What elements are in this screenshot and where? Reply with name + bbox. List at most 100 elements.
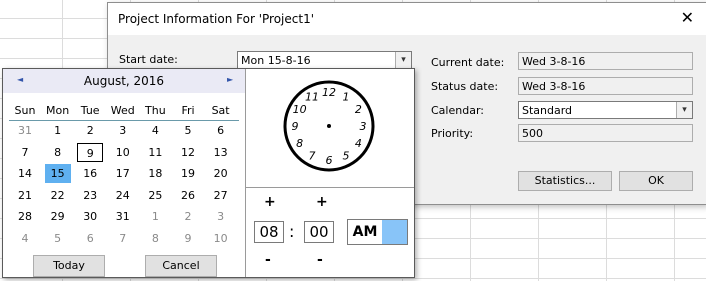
calendar-day[interactable]: 3 bbox=[110, 121, 136, 140]
calendar-day[interactable]: 27 bbox=[208, 186, 234, 205]
clock-number: 4 bbox=[355, 137, 362, 150]
clock-number: 6 bbox=[326, 154, 333, 167]
calendar-day[interactable]: 13 bbox=[208, 143, 234, 162]
calendar-day[interactable]: 4 bbox=[142, 121, 168, 140]
close-icon[interactable]: ✕ bbox=[681, 9, 694, 27]
calendar-day[interactable]: 12 bbox=[175, 143, 201, 162]
calendar-header: ◄ August, 2016 ► bbox=[3, 69, 245, 93]
calendar-day[interactable]: 8 bbox=[45, 143, 71, 162]
calendar-day[interactable]: 2 bbox=[175, 207, 201, 226]
calendar-day[interactable]: 28 bbox=[12, 207, 38, 226]
clock-number: 3 bbox=[360, 120, 367, 133]
calendar-day[interactable]: 24 bbox=[110, 186, 136, 205]
calendar-day[interactable]: 6 bbox=[208, 121, 234, 140]
picker-divider bbox=[245, 69, 246, 277]
today-button[interactable]: Today bbox=[33, 255, 105, 277]
am-label: AM bbox=[352, 224, 378, 240]
analog-clock: 12 12 3 45678 9 1011 bbox=[283, 80, 375, 172]
weekday-label: Thu bbox=[145, 104, 166, 117]
current-date-field: Wed 3-8-16 bbox=[518, 52, 693, 70]
calendar-day[interactable]: 16 bbox=[77, 164, 103, 183]
calendar-day[interactable]: 23 bbox=[77, 186, 103, 205]
clock-number: 5 bbox=[343, 149, 350, 162]
weekday-label: Sat bbox=[211, 104, 230, 117]
calendar-day[interactable]: 11 bbox=[142, 143, 168, 162]
calendar-day[interactable]: 10 bbox=[208, 229, 234, 248]
weekday-label: Wed bbox=[110, 104, 135, 117]
calendar-day[interactable]: 26 bbox=[175, 186, 201, 205]
selected-day[interactable]: 15 bbox=[44, 164, 71, 183]
calendar-select[interactable]: Standard ▾ bbox=[518, 101, 693, 119]
start-date-field[interactable]: Mon 15-8-16 ▾ bbox=[237, 51, 412, 69]
today-day[interactable]: 9 bbox=[77, 142, 104, 162]
priority-label: Priority: bbox=[431, 127, 474, 140]
calendar-day[interactable]: 29 bbox=[45, 207, 71, 226]
weekday-label: Tue bbox=[80, 104, 100, 117]
calendar-day[interactable]: 7 bbox=[110, 229, 136, 248]
calendar-day[interactable]: 3 bbox=[208, 207, 234, 226]
current-date-label: Current date: bbox=[431, 56, 505, 69]
status-date-field[interactable]: Wed 3-8-16 bbox=[518, 77, 693, 95]
minute-decrement-button[interactable]: - bbox=[317, 252, 323, 268]
clock-divider bbox=[246, 187, 414, 188]
clock-number: 1 bbox=[343, 91, 350, 104]
hour-increment-button[interactable]: + bbox=[264, 194, 276, 210]
calendar-day[interactable]: 6 bbox=[77, 229, 103, 248]
calendar-day[interactable]: 31 bbox=[12, 121, 38, 140]
calendar-day[interactable]: 14 bbox=[12, 164, 38, 183]
start-date-label: Start date: bbox=[119, 53, 178, 66]
ampm-toggle[interactable]: AM bbox=[347, 219, 408, 245]
calendar-label: Calendar: bbox=[431, 104, 484, 117]
calendar-day[interactable]: 17 bbox=[110, 164, 136, 183]
clock-number: 7 bbox=[309, 149, 316, 162]
calendar-day[interactable]: 21 bbox=[12, 186, 38, 205]
dialog-title: Project Information For 'Project1' bbox=[118, 12, 315, 26]
calendar-day[interactable]: 20 bbox=[208, 164, 234, 183]
calendar-day[interactable]: 1 bbox=[45, 121, 71, 140]
cancel-button[interactable]: Cancel bbox=[145, 255, 217, 277]
calendar-day[interactable]: 9 bbox=[175, 229, 201, 248]
calendar-day[interactable]: 7 bbox=[12, 143, 38, 162]
clock-number: 2 bbox=[355, 103, 362, 116]
priority-field[interactable]: 500 bbox=[518, 124, 693, 142]
month-label: August, 2016 bbox=[83, 74, 165, 88]
minute-increment-button[interactable]: + bbox=[316, 194, 328, 210]
clock-number: 8 bbox=[296, 137, 303, 150]
calendar-day[interactable]: 10 bbox=[110, 143, 136, 162]
calendar-day[interactable]: 31 bbox=[110, 207, 136, 226]
statistics-button[interactable]: Statistics... bbox=[518, 171, 612, 191]
calendar-day[interactable]: 19 bbox=[175, 164, 201, 183]
calendar-day[interactable]: 18 bbox=[142, 164, 168, 183]
calendar-day[interactable]: 1 bbox=[142, 207, 168, 226]
calendar-day[interactable]: 22 bbox=[45, 186, 71, 205]
clock-number: 12 bbox=[322, 86, 336, 99]
clock-number: 11 bbox=[305, 91, 319, 104]
weekday-label: Mon bbox=[45, 104, 70, 117]
minute-field[interactable]: 00 bbox=[304, 221, 334, 243]
weekday-label: Fri bbox=[181, 104, 195, 117]
weekday-label: Sun bbox=[14, 104, 36, 117]
status-date-label: Status date: bbox=[431, 80, 499, 93]
weekday-header: Sun Mon Tue Wed Thu Fri Sat bbox=[9, 104, 239, 121]
ok-button[interactable]: OK bbox=[619, 171, 693, 191]
status-date-value: Wed 3-8-16 bbox=[522, 80, 586, 93]
calendar-dropdown-icon[interactable]: ▾ bbox=[676, 102, 692, 118]
calendar-value: Standard bbox=[522, 104, 573, 117]
priority-value: 500 bbox=[522, 127, 543, 140]
calendar-day[interactable]: 8 bbox=[142, 229, 168, 248]
calendar-day[interactable]: 25 bbox=[142, 186, 168, 205]
calendar-day[interactable]: 30 bbox=[77, 207, 103, 226]
time-separator: : bbox=[289, 222, 295, 241]
calendar-day[interactable]: 5 bbox=[45, 229, 71, 248]
start-date-dropdown-icon[interactable]: ▾ bbox=[395, 52, 411, 68]
clock-center bbox=[327, 124, 331, 128]
pm-indicator bbox=[382, 220, 407, 244]
calendar-day[interactable]: 4 bbox=[12, 229, 38, 248]
hour-decrement-button[interactable]: - bbox=[265, 252, 271, 268]
next-month-icon[interactable]: ► bbox=[227, 75, 233, 84]
dialog-titlebar: Project Information For 'Project1' ✕ bbox=[108, 3, 706, 35]
calendar-day[interactable]: 5 bbox=[175, 121, 201, 140]
hour-field[interactable]: 08 bbox=[254, 221, 284, 243]
clock-number: 9 bbox=[292, 120, 299, 133]
calendar-day[interactable]: 2 bbox=[77, 121, 103, 140]
